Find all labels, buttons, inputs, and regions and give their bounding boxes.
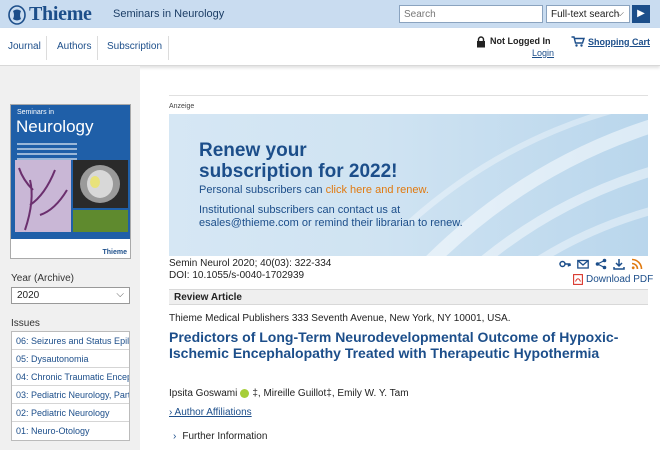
cover-footer: Thieme xyxy=(11,239,130,258)
download-pdf-button[interactable]: Download PDF xyxy=(573,274,653,285)
cover-tissue-image xyxy=(73,210,128,232)
article-type-label: Review Article xyxy=(174,292,242,303)
author-name[interactable]: , Mireille Guillot‡ xyxy=(258,388,332,399)
chevron-down-icon: ⌵ xyxy=(616,8,624,19)
nav-divider xyxy=(168,36,169,60)
nav-divider xyxy=(46,36,47,60)
share-icon[interactable] xyxy=(595,258,607,270)
pdf-icon xyxy=(573,274,583,285)
issue-item[interactable]: 03: Pediatric Neurology, Part xyxy=(12,386,129,404)
issue-item[interactable]: 06: Seizures and Status Epile xyxy=(12,332,129,350)
main-nav: Journal Authors Subscription Not Logged … xyxy=(0,28,660,66)
author-name[interactable]: , Emily W. Y. Tam xyxy=(332,388,409,399)
login-status-text: Not Logged In xyxy=(490,36,551,46)
doi-text: DOI: 10.1055/s-0040-1702939 xyxy=(169,270,305,281)
key-icon[interactable] xyxy=(559,258,571,270)
issues-label: Issues xyxy=(11,318,40,329)
login-link[interactable]: Login xyxy=(532,48,554,58)
issue-item[interactable]: 04: Chronic Traumatic Encep xyxy=(12,368,129,386)
ad-label: Anzeige xyxy=(169,103,195,110)
ad-institutional-text-1: Institutional subscribers can contact us… xyxy=(199,204,401,216)
ad-personal-text: Personal subscribers can xyxy=(199,184,326,196)
shopping-cart[interactable]: Shopping Cart xyxy=(571,36,650,47)
nav-item-authors[interactable]: Authors xyxy=(57,41,91,52)
journal-title[interactable]: Seminars in Neurology xyxy=(113,8,224,20)
article-citation: Semin Neurol 2020; 40(03): 322-334 DOI: … xyxy=(169,258,331,282)
cover-title: Neurology xyxy=(16,117,94,136)
book-pages-graphic xyxy=(408,114,648,256)
search-submit-button[interactable]: ▶ xyxy=(632,5,650,23)
search-input[interactable] xyxy=(399,5,543,23)
search-mode-value: Full-text search xyxy=(551,9,620,20)
shopping-cart-link[interactable]: Shopping Cart xyxy=(588,37,650,47)
ad-heading: Renew your subscription for 2022! xyxy=(199,140,398,182)
search-mode-select[interactable]: Full-text search ⌵ xyxy=(546,5,630,23)
cover-brand: Thieme xyxy=(102,249,127,256)
journal-cover-image[interactable]: Seminars in Neurology Thieme xyxy=(10,104,131,259)
ad-institutional-text-2: esales@thieme.com or remind their librar… xyxy=(199,217,463,229)
ad-personal-line: Personal subscribers can click here and … xyxy=(199,184,429,196)
nav-item-subscription[interactable]: Subscription xyxy=(107,41,162,52)
author-affiliations-link[interactable]: › Author Affiliations xyxy=(169,407,252,418)
cart-icon xyxy=(571,36,585,47)
ad-renew-link[interactable]: click here and renew. xyxy=(326,184,429,196)
download-icon[interactable] xyxy=(613,258,625,270)
rss-icon[interactable] xyxy=(631,258,643,270)
year-archive-select[interactable]: 2020 ⌵ xyxy=(11,287,130,304)
issue-item[interactable]: 02: Pediatric Neurology xyxy=(12,404,129,422)
lock-icon xyxy=(477,36,485,48)
arrow-right-icon: ▶ xyxy=(637,8,645,19)
cover-vessel-image xyxy=(15,160,71,232)
orcid-icon[interactable] xyxy=(240,389,250,398)
year-archive-label: Year (Archive) xyxy=(11,273,74,284)
email-icon[interactable] xyxy=(577,258,589,270)
ad-institutional-line: Institutional subscribers can contact us… xyxy=(199,204,463,230)
login-status: Not Logged In xyxy=(476,36,551,48)
issues-list: 06: Seizures and Status Epile 05: Dysaut… xyxy=(11,331,130,441)
further-information-toggle[interactable]: › Further Information xyxy=(173,431,267,442)
issue-item[interactable]: 05: Dysautonomia xyxy=(12,350,129,368)
top-header: Thieme Seminars in Neurology Full-text s… xyxy=(0,0,660,28)
citation-text: Semin Neurol 2020; 40(03): 322-334 xyxy=(169,258,332,269)
author-list: Ipsita Goswami ‡ , Mireille Guillot‡ , E… xyxy=(169,388,409,399)
chevron-right-icon: › xyxy=(173,431,177,442)
nav-divider xyxy=(97,36,98,60)
chevron-down-icon: ⌵ xyxy=(116,289,124,300)
ad-divider xyxy=(169,95,648,96)
cover-subtitle: Seminars in xyxy=(17,109,54,116)
article-title: Predictors of Long-Term Neurodevelopment… xyxy=(169,329,619,361)
download-pdf-label: Download PDF xyxy=(586,274,654,285)
ad-heading-line2: subscription for 2022! xyxy=(199,161,398,182)
renewal-ad-banner[interactable]: Renew your subscription for 2022! Person… xyxy=(169,114,648,256)
article-type-bar: Review Article xyxy=(169,289,648,305)
brand-name: Thieme xyxy=(29,3,92,25)
thieme-logo[interactable]: Thieme xyxy=(8,3,92,26)
article-actions xyxy=(559,258,643,270)
thieme-emblem-icon xyxy=(8,4,26,25)
ad-heading-line1: Renew your xyxy=(199,140,307,161)
nav-item-journal[interactable]: Journal xyxy=(8,41,41,52)
cover-brain-scan-image xyxy=(73,160,128,208)
issue-item[interactable]: 01: Neuro-Otology xyxy=(12,422,129,440)
author-name[interactable]: Ipsita Goswami xyxy=(169,388,237,399)
further-information-label: Further Information xyxy=(182,431,268,442)
publisher-address: Thieme Medical Publishers 333 Seventh Av… xyxy=(169,313,511,324)
year-archive-value: 2020 xyxy=(17,290,40,301)
